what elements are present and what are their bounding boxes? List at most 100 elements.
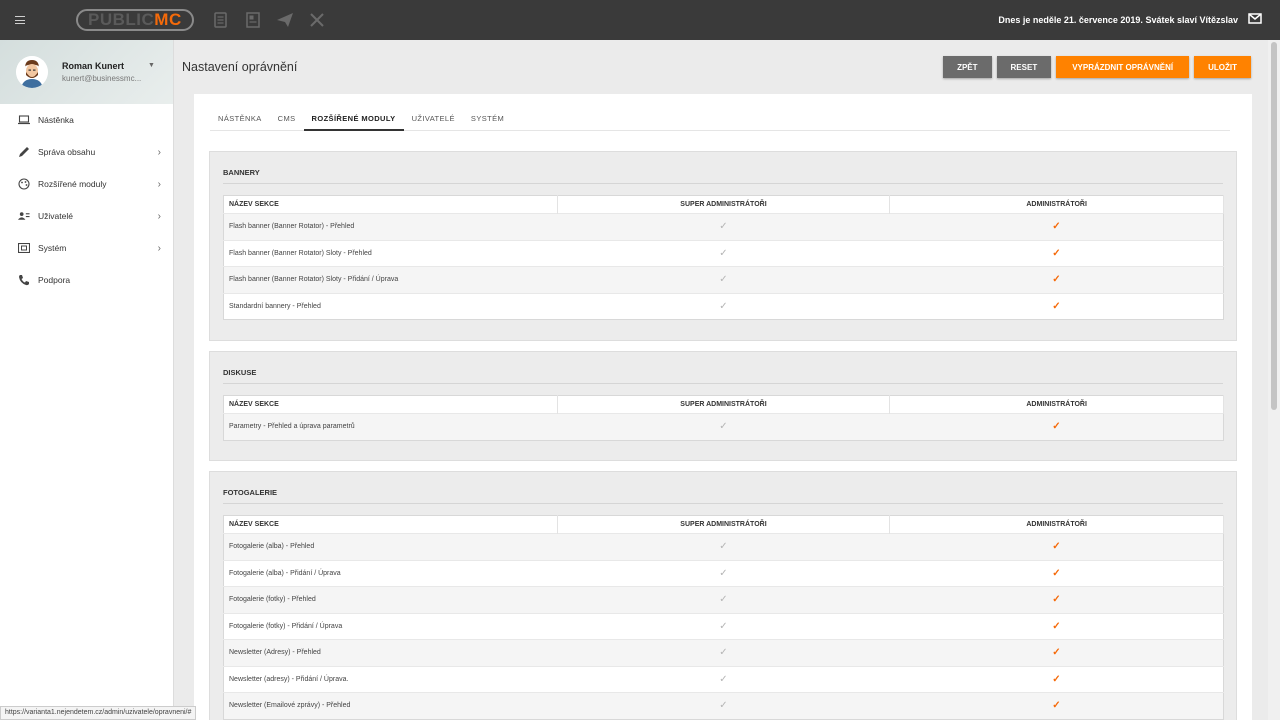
section-name-cell: Standardní bannery - Přehled xyxy=(223,292,558,320)
table-row: Fotogalerie (fotky) - Přehled ✓ ✓ xyxy=(223,586,1224,613)
admin-permission-toggle[interactable]: ✓ xyxy=(889,213,1224,240)
avatar xyxy=(16,56,48,88)
table-header-row: NÁZEV SEKCE SUPER ADMINISTRÁTOŘI ADMINISTR… xyxy=(223,395,1224,414)
sidebar-item-uzivatele[interactable]: Uživatelé › xyxy=(0,200,173,232)
divider xyxy=(223,503,1223,504)
permissions-panel: NÁSTĚNKA CMS ROZŠÍŘENÉ MODULY UŽIVATELÉ SYST… xyxy=(194,94,1252,720)
divider xyxy=(223,183,1223,184)
admin-permission-toggle[interactable]: ✓ xyxy=(889,266,1224,293)
admin-permission-toggle[interactable]: ✓ xyxy=(889,586,1224,613)
sidebar-nav: Nástěnka Správa obsahu › Rozšířené modul… xyxy=(0,104,173,296)
admin-permission-toggle[interactable]: ✓ xyxy=(889,639,1224,666)
super-admin-permission-toggle[interactable]: ✓ xyxy=(557,639,890,666)
super-admin-permission-toggle[interactable]: ✓ xyxy=(557,665,890,693)
super-admin-permission-toggle[interactable]: ✓ xyxy=(557,586,890,613)
check-icon: ✓ xyxy=(719,274,728,286)
super-admins-header: SUPER ADMINISTRÁTOŘI xyxy=(557,195,891,214)
section-name-cell: Fotogalerie (fotky) - Přidání / Úprava xyxy=(223,612,558,640)
section-name-cell: Newsletter (adresy) - Přidání / Úprava. xyxy=(223,665,558,693)
super-admin-permission-toggle[interactable]: ✓ xyxy=(557,559,890,587)
document-icon[interactable] xyxy=(212,11,230,29)
section-name-cell: Flash banner (Banner Rotator) Sloty - Př… xyxy=(223,239,558,267)
admin-permission-toggle[interactable]: ✓ xyxy=(889,292,1224,320)
check-icon: ✓ xyxy=(719,567,728,579)
super-admin-permission-toggle[interactable]: ✓ xyxy=(557,612,890,640)
check-icon: ✓ xyxy=(1052,594,1061,606)
clear-permissions-button[interactable]: VYPRÁZDNIT OPRÁVNĚNÍ xyxy=(1056,56,1190,78)
check-icon: ✓ xyxy=(1052,221,1061,233)
tab-uzivatele[interactable]: UŽIVATELÉ xyxy=(404,106,463,131)
sidebar-item-system[interactable]: Systém › xyxy=(0,232,173,264)
menu-icon[interactable] xyxy=(0,0,40,40)
admins-header: ADMINISTRÁTOŘI xyxy=(889,515,1224,534)
super-admin-permission-toggle[interactable]: ✓ xyxy=(557,239,890,267)
reset-button[interactable]: RESET xyxy=(996,56,1052,78)
check-icon: ✓ xyxy=(1052,567,1061,579)
sidebar-item-nastenka[interactable]: Nástěnka xyxy=(0,104,173,136)
phone-icon xyxy=(18,274,30,286)
tab-cms[interactable]: CMS xyxy=(270,106,304,131)
check-icon: ✓ xyxy=(1052,421,1061,433)
page-scrollbar[interactable] xyxy=(1268,40,1280,720)
admin-permission-toggle[interactable]: ✓ xyxy=(889,665,1224,693)
tab-nastenka[interactable]: NÁSTĚNKA xyxy=(210,106,270,131)
check-icon: ✓ xyxy=(719,541,728,553)
tab-bar: NÁSTĚNKA CMS ROZŠÍŘENÉ MODULY UŽIVATELÉ SYST… xyxy=(210,106,1230,131)
send-icon[interactable] xyxy=(276,11,294,29)
sidebar-item-podpora[interactable]: Podpora xyxy=(0,264,173,296)
section-name-cell: Newsletter (Adresy) - Přehled xyxy=(223,639,558,666)
back-button[interactable]: ZPĚT xyxy=(943,56,992,78)
admin-permission-toggle[interactable]: ✓ xyxy=(889,413,1224,440)
tools-icon[interactable] xyxy=(308,11,326,29)
section-name-cell: Newsletter (Emailové zprávy) - Přehled xyxy=(223,692,558,719)
table-row: Fotogalerie (alba) - Přidání / Úprava ✓ ✓ xyxy=(223,559,1224,587)
date-text: Dnes je neděle 21. července 2019. Svátek… xyxy=(998,15,1238,25)
check-icon: ✓ xyxy=(1052,274,1061,286)
section-name-cell: Fotogalerie (fotky) - Přehled xyxy=(223,586,558,613)
admins-header: ADMINISTRÁTOŘI xyxy=(889,395,1224,414)
tab-system[interactable]: SYSTÉM xyxy=(463,106,512,131)
permission-section: DISKUSE NÁZEV SEKCE SUPER ADMINISTRÁTOŘI AD… xyxy=(209,351,1237,461)
scrollbar-thumb[interactable] xyxy=(1271,42,1277,410)
chevron-right-icon: › xyxy=(157,146,161,158)
admin-permission-toggle[interactable]: ✓ xyxy=(889,533,1224,560)
super-admin-permission-toggle[interactable]: ✓ xyxy=(557,213,890,240)
users-icon xyxy=(18,210,30,222)
section-name-cell: Fotogalerie (alba) - Přehled xyxy=(223,533,558,560)
logo[interactable]: PUBLIC MC xyxy=(76,9,194,31)
admins-header: ADMINISTRÁTOŘI xyxy=(889,195,1224,214)
page-icon[interactable] xyxy=(244,11,262,29)
check-icon: ✓ xyxy=(719,247,728,259)
sidebar-item-label: Podpora xyxy=(38,275,71,285)
section-name-header: NÁZEV SEKCE xyxy=(223,395,558,414)
admin-permission-toggle[interactable]: ✓ xyxy=(889,559,1224,587)
caret-down-icon[interactable]: ▼ xyxy=(148,62,155,69)
logo-text-public: PUBLIC xyxy=(88,10,155,29)
super-admin-permission-toggle[interactable]: ✓ xyxy=(557,413,890,440)
tab-rozsirene-moduly[interactable]: ROZŠÍŘENÉ MODULY xyxy=(303,106,404,131)
check-icon: ✓ xyxy=(1052,700,1061,712)
admin-permission-toggle[interactable]: ✓ xyxy=(889,239,1224,267)
sidebar: Roman Kunert kunert@businessmc... ▼ Nást… xyxy=(0,40,174,720)
table-row: Fotogalerie (fotky) - Přidání / Úprava ✓ ✓ xyxy=(223,612,1224,640)
sidebar-item-label: Správa obsahu xyxy=(38,147,96,157)
super-admin-permission-toggle[interactable]: ✓ xyxy=(557,533,890,560)
super-admin-permission-toggle[interactable]: ✓ xyxy=(557,266,890,293)
sidebar-item-rozsirene-moduly[interactable]: Rozšířené moduly › xyxy=(0,168,173,200)
admin-permission-toggle[interactable]: ✓ xyxy=(889,692,1224,719)
check-icon: ✓ xyxy=(1052,620,1061,632)
table-header-row: NÁZEV SEKCE SUPER ADMINISTRÁTOŘI ADMINISTR… xyxy=(223,515,1224,534)
table-row: Flash banner (Banner Rotator) - Přehled ✓… xyxy=(223,213,1224,240)
top-bar: PUBLIC MC Dnes je neděle 21. července 201… xyxy=(0,0,1280,40)
mail-icon[interactable] xyxy=(1248,11,1262,29)
super-admin-permission-toggle[interactable]: ✓ xyxy=(557,692,890,719)
chevron-right-icon: › xyxy=(157,178,161,190)
save-button[interactable]: ULOŽIT xyxy=(1194,56,1251,78)
admin-permission-toggle[interactable]: ✓ xyxy=(889,612,1224,640)
section-name-header: NÁZEV SEKCE xyxy=(223,195,558,214)
user-panel[interactable]: Roman Kunert kunert@businessmc... ▼ xyxy=(0,40,173,104)
table-row: Fotogalerie (alba) - Přehled ✓ ✓ xyxy=(223,533,1224,560)
super-admin-permission-toggle[interactable]: ✓ xyxy=(557,292,890,320)
sidebar-item-sprava-obsahu[interactable]: Správa obsahu › xyxy=(0,136,173,168)
super-admins-header: SUPER ADMINISTRÁTOŘI xyxy=(557,395,891,414)
